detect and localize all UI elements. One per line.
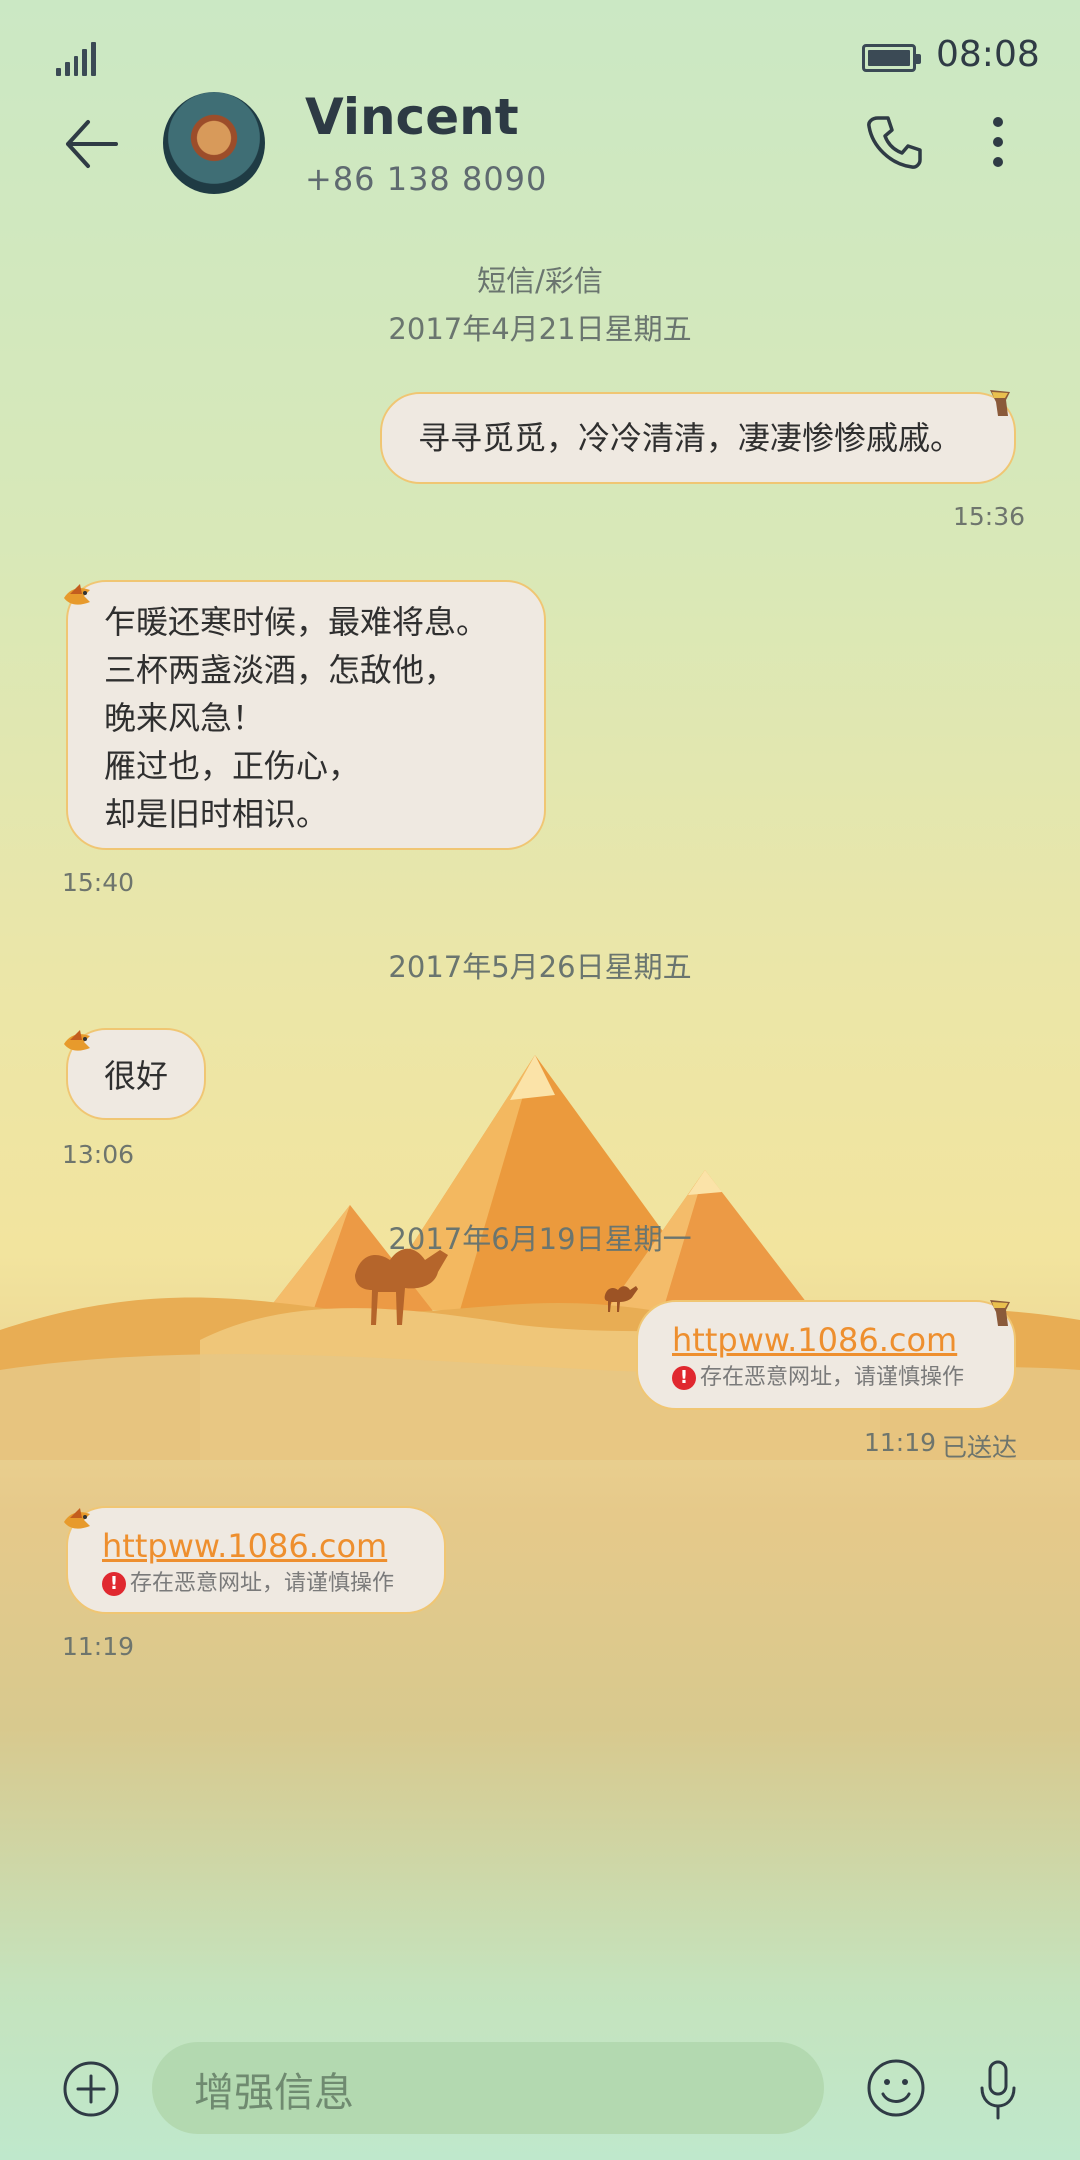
message-bubble-incoming[interactable]: 乍暖还寒时候，最难将息。 三杯两盏淡酒，怎敌他， 晚来风急！ 雁过也，正伤心， … [66,580,546,850]
bird-badge-icon [64,584,90,605]
avatar[interactable] [163,92,265,194]
battery-icon [862,44,921,72]
add-attachment-icon[interactable] [62,2060,120,2118]
contact-name[interactable]: Vincent [305,88,519,146]
microphone-icon[interactable] [978,2058,1018,2122]
date-separator: 2017年5月26日星期五 [388,950,692,984]
message-line: 晚来风急！ [104,699,265,737]
message-line: 却是旧时相识。 [104,795,329,833]
message-link[interactable]: httpww.1086.com [102,1524,424,1568]
warning-text: 存在恶意网址，请谨慎操作 [130,1571,395,1596]
bird-badge-icon [64,1508,90,1529]
message-line: 三杯两盏淡酒，怎敌他， [104,651,457,689]
date-separator: 2017年4月21日星期五 [388,312,692,346]
message-line: 乍暖还寒时候，最难将息。 [104,603,489,641]
message-bubble-outgoing[interactable]: 寻寻觅觅，冷冷清清，凄凄惨惨戚戚。 [380,392,1016,484]
message-bubble-outgoing[interactable]: httpww.1086.com ! 存在恶意网址，请谨慎操作 [636,1300,1016,1410]
message-time: 11:19 [62,1632,135,1661]
statue-badge-icon [990,390,1010,416]
signal-icon [56,40,96,76]
message-time: 15:40 [62,868,135,897]
message-time: 11:19 [864,1428,937,1457]
delivery-status: 已送达 [942,1433,1018,1462]
message-time: 13:06 [62,1140,135,1169]
warning-text: 存在恶意网址，请谨慎操作 [700,1365,965,1390]
date-separator: 2017年6月19日星期一 [388,1222,692,1256]
thread-type-label: 短信/彩信 [477,264,603,298]
status-time: 08:08 [936,34,1040,75]
message-input[interactable]: 增强信息 [152,2042,824,2134]
back-arrow-icon[interactable] [60,112,124,176]
message-link[interactable]: httpww.1086.com [672,1318,994,1362]
warning-icon: ! [102,1572,126,1596]
message-time: 15:36 [953,502,1026,531]
malicious-url-warning: ! 存在恶意网址，请谨慎操作 [672,1362,994,1394]
message-line: 雁过也，正伤心， [104,747,361,785]
contact-phone: +86 138 8090 [305,160,548,198]
message-text: 很好 [104,1057,169,1095]
malicious-url-warning: ! 存在恶意网址，请谨慎操作 [102,1568,424,1600]
more-options-icon[interactable] [990,112,1006,172]
message-input-placeholder: 增强信息 [194,2070,354,2116]
message-bubble-incoming[interactable]: httpww.1086.com ! 存在恶意网址，请谨慎操作 [66,1506,446,1614]
phone-call-icon[interactable] [864,112,924,172]
statue-badge-icon [990,1300,1010,1326]
emoji-icon[interactable] [866,2058,926,2118]
bird-badge-icon [64,1030,90,1051]
message-text: 寻寻觅觅，冷冷清清，凄凄惨惨戚戚。 [418,419,963,457]
warning-icon: ! [672,1366,696,1390]
